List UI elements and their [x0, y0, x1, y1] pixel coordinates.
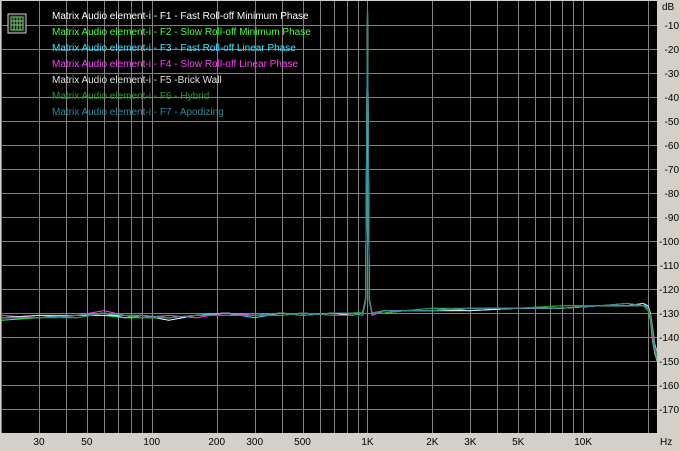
y-tick-label: -160	[659, 381, 679, 392]
y-tick-label: -10	[665, 21, 680, 32]
y-tick-label: -170	[659, 405, 679, 416]
y-tick-label: -80	[665, 189, 680, 200]
x-tick-label: 100	[143, 437, 160, 448]
y-tick-label: -130	[659, 309, 679, 320]
y-axis-ticks: -10 -20 -30 -40 -50 -60 -70 -80 -90 -100 -110 -120 -…	[659, 21, 679, 416]
y-tick-label: -50	[665, 117, 680, 128]
x-tick-label: 200	[208, 437, 225, 448]
legend-entry-1: Matrix Audio element-i - F1 - Fast Roll-…	[52, 11, 309, 22]
y-tick-label: -60	[665, 141, 680, 152]
y-tick-label: -40	[665, 93, 680, 104]
x-tick-label: 10K	[574, 437, 592, 448]
grid-settings-icon[interactable]	[7, 13, 27, 34]
y-tick-label: -150	[659, 357, 679, 368]
x-tick-label: 1K	[361, 437, 374, 448]
y-tick-label: -30	[665, 69, 680, 80]
y-tick-label: -90	[665, 213, 680, 224]
y-tick-label: -120	[659, 285, 679, 296]
x-tick-label: 5K	[512, 437, 525, 448]
legend-entry-4: Matrix Audio element-i - F4 - Slow Roll-…	[52, 59, 298, 70]
x-tick-label: 500	[294, 437, 311, 448]
x-tick-label: 3K	[464, 437, 477, 448]
legend-entry-5: Matrix Audio element-i - F5 -Brick Wall	[52, 75, 222, 86]
spectrum-chart: Matrix Audio element-i - F1 - Fast Roll-…	[0, 1, 679, 448]
legend-entry-3: Matrix Audio element-i - F3 - Fast Roll-…	[52, 43, 296, 54]
y-tick-label: -110	[660, 261, 680, 272]
y-tick-label: -20	[665, 45, 680, 56]
x-tick-label: 300	[246, 437, 263, 448]
y-tick-label: -70	[665, 165, 680, 176]
x-axis-ticks: 30 50 100 200 300 500 1K 2K 3K 5K 10K	[33, 437, 592, 448]
x-axis-unit-label: Hz	[660, 437, 672, 448]
y-axis-unit-label: dB	[662, 2, 675, 13]
legend-entry-6: Matrix Audio element-i - F6 - Hybrid	[52, 91, 209, 102]
x-tick-label: 30	[33, 437, 45, 448]
x-tick-label: 2K	[426, 437, 439, 448]
y-tick-label: -100	[659, 237, 679, 248]
legend-entry-7: Matrix Audio element-i - F7 - Apodizing	[52, 107, 224, 118]
x-tick-label: 50	[81, 437, 93, 448]
y-tick-label: -140	[659, 333, 679, 344]
legend-entry-2: Matrix Audio element-i - F2 - Slow Roll-…	[52, 27, 311, 38]
